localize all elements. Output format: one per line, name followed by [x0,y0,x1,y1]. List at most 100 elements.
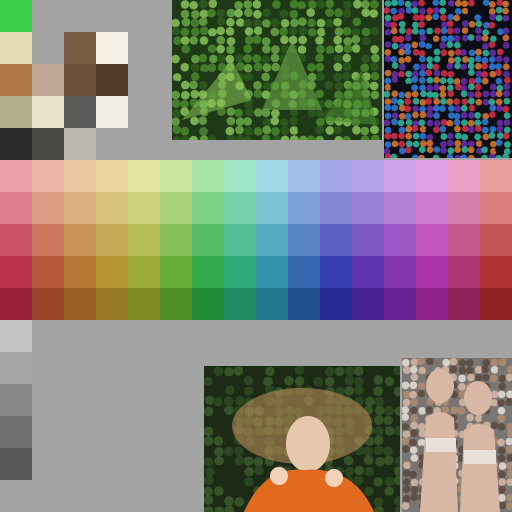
gray-swatch [0,416,32,448]
mosaic-tile [374,426,384,436]
mosaic-tile [449,365,458,374]
mosaic-tile [213,405,224,416]
mosaic-tile [316,45,325,54]
mosaic-tile [409,438,418,447]
mosaic-tile [361,44,371,54]
mosaic-tile [402,469,411,477]
mosaic-tile [272,0,281,9]
mosaic-tile [190,63,200,72]
mosaic-tile [440,57,447,64]
mosaic-tile [234,1,243,10]
mosaic-tile [298,26,307,36]
mosaic-tile [402,478,411,486]
mosaic-tile [208,35,218,45]
mosaic-tile [361,27,371,37]
mosaic-tile [419,70,426,77]
mosaic-tile [334,44,344,54]
mosaic-tile [361,8,371,17]
mosaic-tile [419,111,427,119]
mosaic-tile [262,81,272,91]
mosaic-tile [233,366,244,376]
color-swatch [384,288,416,320]
mosaic-tile [426,1,434,8]
mosaic-tile [488,111,496,118]
mosaic-tile [343,44,353,53]
mosaic-tile [490,358,499,367]
mosaic-tile [490,414,499,423]
mosaic-tile [225,385,235,395]
mosaic-tile [503,49,511,57]
mosaic-tile [412,97,420,105]
color-swatch [352,288,384,320]
mosaic-tile [342,62,352,72]
mosaic-tile [440,70,448,77]
mosaic-tile [198,116,208,125]
mosaic-tile [503,56,510,64]
mosaic-tile [411,41,419,49]
mosaic-tile [243,486,254,497]
mosaic-tile [354,455,365,466]
mosaic-tile [489,49,497,57]
mosaic-tile [461,27,469,34]
mosaic-tile [236,62,245,71]
mosaic-tile [345,366,355,376]
mosaic-tile [384,476,395,487]
color-swatch [384,192,416,224]
mosaic-tile [235,396,245,406]
mosaic-tile [405,132,413,140]
mosaic-tile [489,35,497,43]
mosaic-tile [172,26,181,36]
mosaic-tile [433,48,441,56]
mosaic-tile [490,381,498,389]
mosaic-tile [353,475,364,486]
mosaic-tile [224,475,235,486]
mosaic-tile [351,8,361,18]
mosaic-tile [467,140,475,148]
mosaic-tile [279,117,289,127]
mosaic-tile [233,466,244,477]
mosaic-tile [447,125,455,133]
mosaic-tile [488,132,496,139]
mosaic-tile [370,26,379,36]
mosaic-tile [265,366,275,377]
mosaic-tile [252,35,262,44]
color-swatch [192,160,224,192]
mosaic-tile [403,461,411,470]
mosaic-tile [497,406,506,415]
mosaic-tile [352,17,362,27]
mosaic-tile [384,14,392,22]
color-swatch [128,192,160,224]
mosaic-tile [454,41,461,49]
mosaic-tile [224,405,234,416]
mosaic-tile [411,7,419,14]
mosaic-tile [433,20,441,27]
lights-mosaic-image [384,0,512,158]
mosaic-tile [496,21,503,29]
mosaic-tile [460,49,467,56]
mosaic-tile [307,45,316,55]
color-swatch [352,160,384,192]
mosaic-tile [375,456,385,467]
color-swatch [320,288,352,320]
mosaic-tile [235,385,245,396]
mosaic-tile [364,375,374,386]
mosaic-tile [353,366,364,376]
mosaic-tile [419,34,427,42]
mosaic-tile [263,376,273,387]
mosaic-tile [384,104,392,111]
color-swatch [288,256,320,288]
mosaic-tile [447,57,455,64]
mosaic-tile [315,36,324,45]
mosaic-tile [474,105,482,112]
mosaic-tile [354,385,364,395]
mosaic-tile [426,139,434,147]
mosaic-tile [243,456,254,466]
mosaic-tile [426,119,434,127]
mosaic-tile [253,9,262,19]
mosaic-tile [226,116,236,126]
mosaic-tile [489,405,498,414]
mosaic-tile [172,99,181,108]
mosaic-tile [467,126,475,133]
mosaic-tile [234,108,243,118]
mosaic-tile [426,56,434,63]
